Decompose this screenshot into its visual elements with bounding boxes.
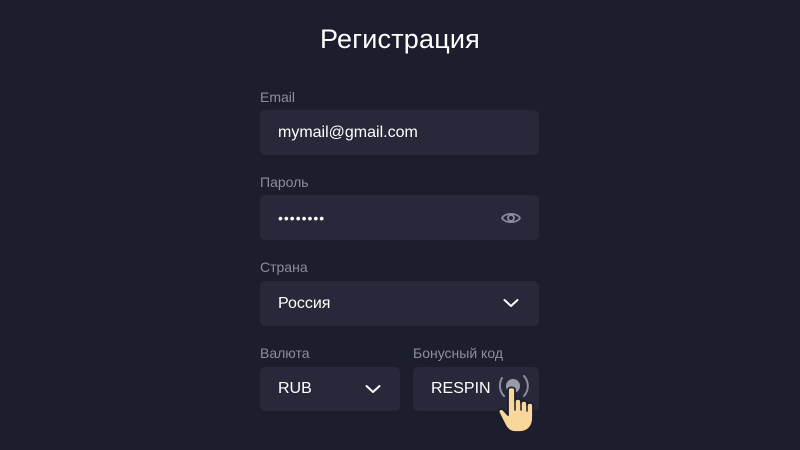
country-value: Россия bbox=[278, 294, 331, 312]
country-select[interactable]: Россия bbox=[260, 281, 539, 326]
currency-select[interactable]: RUB bbox=[260, 367, 400, 411]
password-label: Пароль bbox=[260, 174, 309, 190]
bonus-code-label: Бонусный код bbox=[413, 345, 503, 361]
page-title: Регистрация bbox=[319, 24, 481, 54]
currency-value: RUB bbox=[278, 380, 312, 397]
hand-pointer-icon bbox=[497, 375, 534, 433]
password-field[interactable]: •••••••• bbox=[260, 195, 539, 240]
currency-label: Валюта bbox=[260, 345, 310, 361]
country-label: Страна bbox=[260, 259, 308, 275]
eye-icon[interactable] bbox=[500, 207, 522, 229]
bonus-code-value: RESPIN bbox=[431, 380, 491, 397]
chevron-down-icon bbox=[503, 299, 519, 307]
email-field[interactable]: mymail@gmail.com bbox=[260, 110, 539, 155]
chevron-down-icon bbox=[365, 385, 381, 393]
email-label: Email bbox=[260, 89, 296, 105]
password-value: •••••••• bbox=[278, 209, 326, 226]
email-value: mymail@gmail.com bbox=[278, 123, 418, 141]
